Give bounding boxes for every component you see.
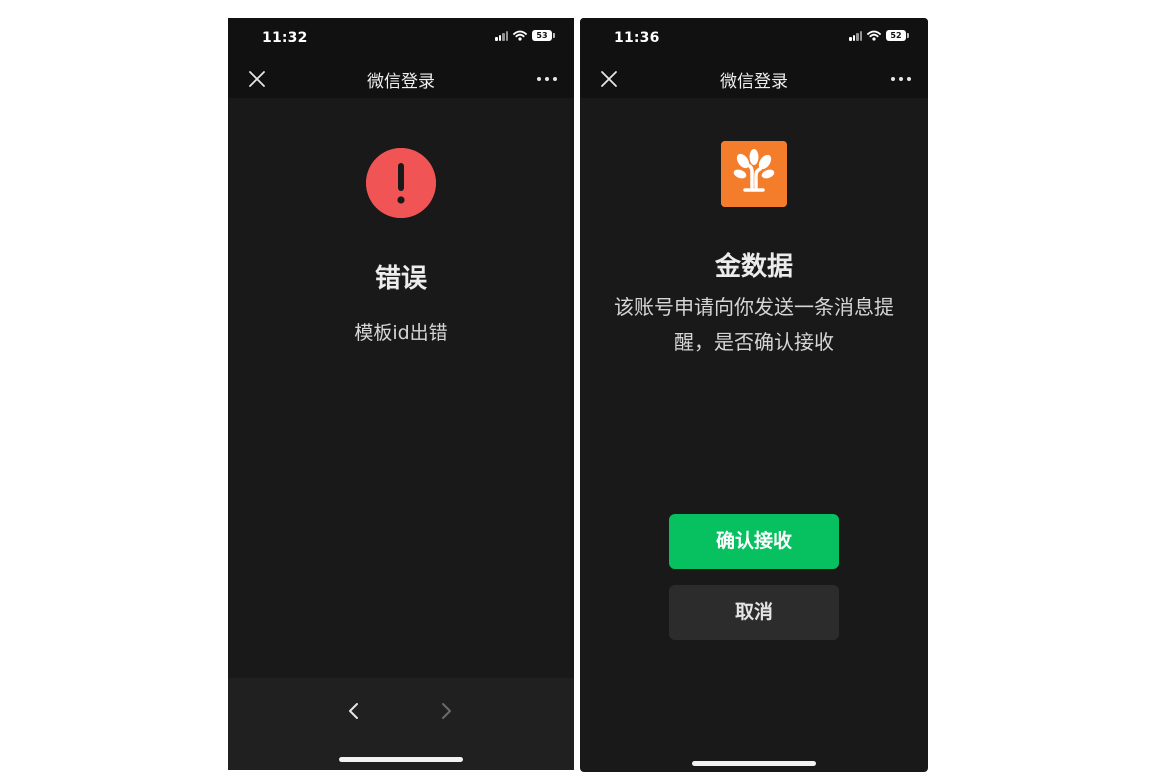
chevron-left-icon[interactable] xyxy=(344,700,364,722)
cellular-signal-icon xyxy=(495,30,508,41)
battery-indicator: 52 xyxy=(886,30,909,41)
right-phone-screen: 11:36 52 微信登录 金数据 该账号申请向你发送一条消息提醒，是否确认接收… xyxy=(580,18,928,772)
more-icon[interactable] xyxy=(888,68,914,90)
home-indicator xyxy=(692,761,816,766)
tree-logo-icon xyxy=(721,141,787,207)
confirm-receive-button[interactable]: 确认接收 xyxy=(669,514,839,569)
nav-bar: 微信登录 xyxy=(580,60,928,98)
nav-title: 微信登录 xyxy=(720,72,788,92)
exclamation-circle-icon xyxy=(366,148,436,218)
status-time: 11:36 xyxy=(614,30,660,46)
home-indicator xyxy=(339,757,463,762)
left-phone-screen: 11:32 53 微信登录 错误 模板id出错 xyxy=(228,18,574,770)
status-icons: 53 xyxy=(495,30,555,41)
bottom-navigation-bar xyxy=(228,678,574,770)
cellular-signal-icon xyxy=(849,30,862,41)
battery-indicator: 53 xyxy=(532,30,555,41)
status-bar: 11:32 53 xyxy=(228,18,574,60)
permission-description: 该账号申请向你发送一条消息提醒，是否确认接收 xyxy=(614,295,894,354)
status-time: 11:32 xyxy=(262,30,308,46)
cancel-button[interactable]: 取消 xyxy=(669,585,839,640)
status-bar: 11:36 52 xyxy=(580,18,928,60)
chevron-right-icon xyxy=(442,703,451,719)
status-icons: 52 xyxy=(849,30,909,41)
more-icon[interactable] xyxy=(534,68,560,90)
nav-title: 微信登录 xyxy=(367,72,435,92)
error-message: 模板id出错 xyxy=(354,322,448,344)
app-name: 金数据 xyxy=(714,252,793,282)
wifi-icon xyxy=(513,30,527,41)
screenshot-canvas: 11:32 53 微信登录 错误 模板id出错 11:36 52 微信登录 金数… xyxy=(0,0,1166,784)
error-title: 错误 xyxy=(374,264,427,294)
wifi-icon xyxy=(867,30,881,41)
nav-bar: 微信登录 xyxy=(228,60,574,98)
